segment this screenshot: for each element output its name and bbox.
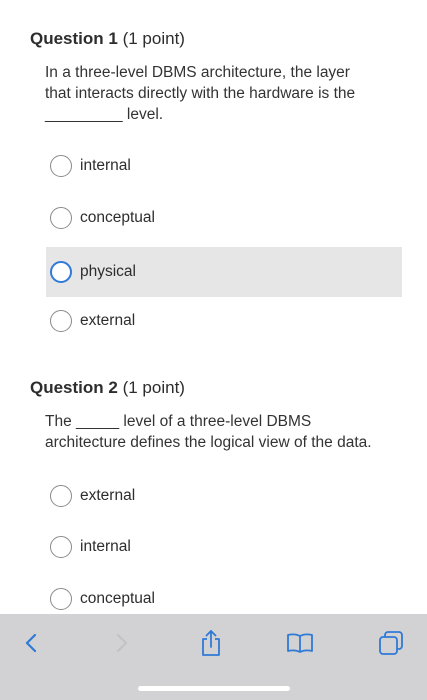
option-label: conceptual	[80, 209, 155, 226]
question-1-header: Question 1 (1 point)	[30, 29, 403, 49]
option-label: physical	[80, 263, 136, 280]
forward-icon	[116, 633, 128, 653]
radio-button[interactable]	[50, 155, 72, 177]
bookmarks-icon	[287, 633, 313, 653]
question-1-points: (1 point)	[122, 29, 185, 48]
question-2-points: (1 point)	[122, 378, 185, 397]
option-label: conceptual	[80, 590, 155, 607]
radio-button[interactable]	[50, 207, 72, 229]
q2-option-external[interactable]: external	[46, 471, 402, 521]
q2-option-internal[interactable]: internal	[46, 522, 402, 572]
q1-option-external[interactable]: external	[46, 296, 402, 346]
question-text-line: _________ level.	[45, 106, 164, 123]
question-1-title: Question 1	[30, 29, 118, 48]
question-text-line: that interacts directly with the hardwar…	[45, 85, 356, 102]
question-2: Question 2 (1 point) The _____ level of …	[30, 378, 403, 453]
radio-button[interactable]	[50, 485, 72, 507]
browser-toolbar	[0, 614, 427, 700]
question-1-text: In a three-level DBMS architecture, the …	[45, 62, 403, 125]
option-label: external	[80, 312, 136, 329]
back-icon	[25, 633, 37, 653]
radio-button[interactable]	[50, 536, 72, 558]
q1-option-conceptual[interactable]: conceptual	[46, 193, 402, 243]
option-label: internal	[80, 538, 131, 555]
share-button[interactable]	[194, 626, 228, 660]
back-button[interactable]	[15, 626, 49, 660]
option-label: internal	[80, 157, 131, 174]
radio-button[interactable]	[50, 261, 72, 283]
question-text-line: architecture defines the logical view of…	[45, 434, 372, 451]
question-text-line: In a three-level DBMS architecture, the …	[45, 64, 350, 81]
forward-button[interactable]	[104, 626, 138, 660]
question-2-header: Question 2 (1 point)	[30, 378, 403, 398]
radio-button[interactable]	[50, 588, 72, 610]
tabs-button[interactable]	[374, 626, 408, 660]
share-icon	[202, 630, 220, 656]
question-2-text: The _____ level of a three-level DBMS ar…	[45, 411, 403, 453]
question-text-line: The _____ level of a three-level DBMS	[45, 413, 312, 430]
option-label: external	[80, 487, 136, 504]
page: Question 1 (1 point) In a three-level DB…	[0, 0, 427, 700]
radio-button[interactable]	[50, 310, 72, 332]
question-2-title: Question 2	[30, 378, 118, 397]
q1-option-physical[interactable]: physical	[46, 247, 402, 297]
bookmarks-button[interactable]	[283, 626, 317, 660]
tabs-icon	[379, 631, 403, 655]
home-indicator	[138, 686, 290, 691]
q1-option-internal[interactable]: internal	[46, 141, 402, 191]
question-1: Question 1 (1 point) In a three-level DB…	[30, 29, 403, 125]
